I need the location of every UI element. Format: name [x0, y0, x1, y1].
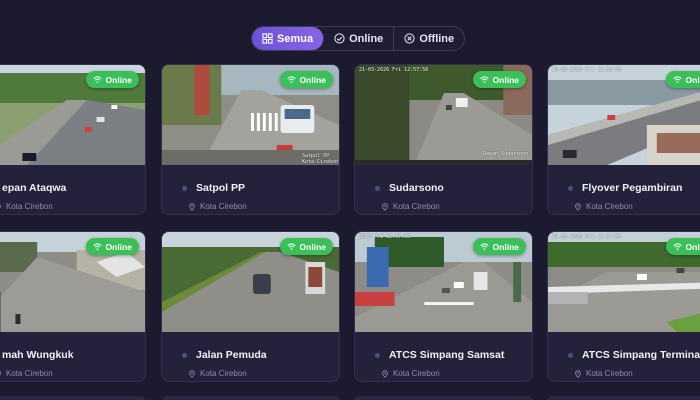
- camera-card[interactable]: 20-03-2026 Fri 12:58:00 Online Flyover P…: [547, 64, 700, 215]
- camera-title: Jalan Pemuda: [196, 349, 267, 361]
- camera-card-partial[interactable]: [547, 396, 700, 400]
- status-label: Online: [299, 241, 326, 252]
- camera-card[interactable]: 21-03-2026 Fri 12:57:56 Depan Sudarsono …: [354, 64, 533, 215]
- filter-all-label: Semua: [277, 32, 314, 45]
- wifi-icon: [286, 76, 296, 83]
- camera-thumbnail[interactable]: 21-03-2026 Fri 12:57:56 Depan Sudarsono …: [355, 65, 532, 165]
- camera-card[interactable]: Online epan Ataqwa Kota Cirebon: [0, 64, 146, 215]
- wifi-icon: [92, 243, 102, 250]
- status-label: Online: [105, 74, 132, 85]
- camera-thumbnail[interactable]: Satpol PP Kota Cirebon Online: [162, 65, 339, 165]
- camera-location: Kota Cirebon: [586, 369, 633, 378]
- x-circle-icon: [404, 33, 415, 44]
- camera-card[interactable]: Online Jalan Pemuda Kota Cirebon: [161, 231, 340, 382]
- camera-dot: [182, 185, 187, 191]
- camera-dot: [568, 352, 573, 358]
- camera-title: epan Ataqwa: [2, 182, 67, 194]
- camera-dot: [375, 185, 380, 191]
- camera-location: Kota Cirebon: [200, 202, 247, 211]
- wifi-icon: [286, 243, 296, 250]
- camera-thumbnail[interactable]: Online: [162, 232, 339, 332]
- camera-thumbnail[interactable]: Online: [0, 232, 145, 332]
- camera-location: Kota Cirebon: [6, 202, 53, 211]
- filter-online-button[interactable]: Online: [324, 27, 395, 50]
- camera-title: ATCS Simpang Samsat: [389, 349, 505, 361]
- online-status-badge: Online: [85, 238, 139, 255]
- filter-offline-button[interactable]: Offline: [394, 27, 464, 50]
- camera-dot: [182, 352, 187, 358]
- camera-dot: [375, 352, 380, 358]
- online-status-badge: Online: [665, 238, 700, 255]
- camera-dot: [568, 185, 573, 191]
- online-status-badge: Online: [472, 238, 526, 255]
- camera-location: Kota Cirebon: [393, 369, 440, 378]
- camera-title: ATCS Simpang Terminal: [582, 349, 700, 361]
- camera-thumbnail[interactable]: 20-03-2026 Fri 12:58:00 Online: [548, 65, 700, 165]
- camera-title: mah Wungkuk: [2, 349, 74, 361]
- status-label: Online: [492, 241, 519, 252]
- camera-card-partial[interactable]: [161, 396, 340, 400]
- location-pin-icon: [189, 202, 195, 211]
- check-circle-icon: [334, 33, 345, 44]
- filter-offline-label: Offline: [419, 32, 455, 45]
- online-status-badge: Online: [665, 71, 700, 88]
- camera-location: Kota Cirebon: [393, 202, 440, 211]
- online-status-badge: Online: [85, 71, 139, 88]
- status-label: Online: [492, 74, 519, 85]
- filter-online-label: Online: [349, 32, 384, 45]
- status-label: Online: [685, 74, 700, 85]
- camera-timestamp: 2026 Fri 12:57:56: [359, 234, 411, 240]
- camera-thumbnail[interactable]: Online: [0, 65, 145, 165]
- location-pin-icon: [382, 369, 388, 378]
- camera-timestamp: 20-03-2026 Fri 12:57:56: [552, 234, 622, 240]
- camera-location: Kota Cirebon: [200, 369, 247, 378]
- location-pin-icon: [382, 202, 388, 211]
- camera-card-partial[interactable]: [354, 396, 533, 400]
- camera-card[interactable]: Satpol PP Kota Cirebon Online Satpol PP …: [161, 64, 340, 215]
- location-pin-icon: [0, 370, 1, 375]
- location-pin-icon: [575, 369, 581, 378]
- camera-card[interactable]: 2026 Fri 12:57:56 Online ATCS Simpang Sa…: [354, 231, 533, 382]
- camera-title: Satpol PP: [196, 182, 246, 194]
- status-label: Online: [299, 74, 326, 85]
- camera-location: Kota Cirebon: [6, 369, 53, 378]
- status-filter: Semua Online Offline: [251, 26, 466, 51]
- status-label: Online: [685, 241, 700, 252]
- camera-card[interactable]: Online mah Wungkuk Kota Cirebon: [0, 231, 146, 382]
- online-status-badge: Online: [279, 71, 333, 88]
- camera-location: Kota Cirebon: [586, 202, 633, 211]
- filter-all-button[interactable]: Semua: [252, 27, 325, 50]
- grid-icon: [262, 33, 273, 44]
- online-status-badge: Online: [472, 71, 526, 88]
- camera-card[interactable]: 20-03-2026 Fri 12:57:56 Online ATCS Simp…: [547, 231, 700, 382]
- camera-title: Sudarsono: [389, 182, 444, 194]
- location-pin-icon: [575, 202, 581, 211]
- wifi-icon: [672, 76, 682, 83]
- location-pin-icon: [189, 369, 195, 378]
- wifi-icon: [672, 243, 682, 250]
- online-status-badge: Online: [279, 238, 333, 255]
- camera-title: Flyover Pegambiran: [582, 182, 683, 194]
- camera-thumbnail[interactable]: 2026 Fri 12:57:56 Online: [355, 232, 532, 332]
- camera-grid: Online epan Ataqwa Kota Cirebon Satpol P…: [0, 0, 700, 400]
- status-label: Online: [105, 241, 132, 252]
- camera-card-partial[interactable]: [0, 396, 146, 400]
- wifi-icon: [479, 243, 489, 250]
- wifi-icon: [479, 76, 489, 83]
- wifi-icon: [92, 76, 102, 83]
- camera-thumbnail[interactable]: 20-03-2026 Fri 12:57:56 Online: [548, 232, 700, 332]
- location-pin-icon: [0, 203, 1, 208]
